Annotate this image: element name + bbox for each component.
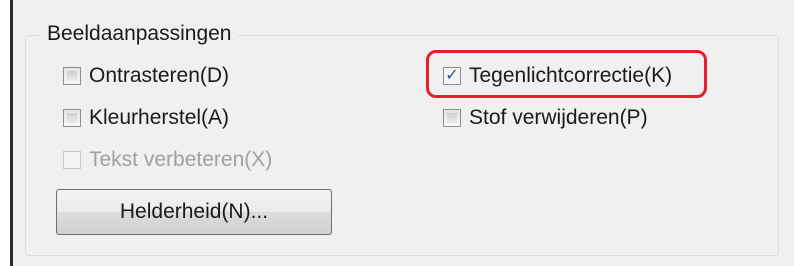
text-enhancement-option[interactable]: Tekst verbeteren(X) [63,144,272,176]
text-enhancement-label: Tekst verbeteren(X) [89,148,273,171]
dust-removal-label: Stof verwijderen(P) [469,106,648,129]
highlight-annotation [426,50,707,98]
dust-removal-checkbox[interactable] [443,109,461,127]
color-restoration-checkbox[interactable] [63,109,81,127]
descreening-label: Ontrasteren(D) [89,64,230,87]
dust-removal-option[interactable]: Stof verwijderen(P) [443,102,648,134]
descreening-checkbox[interactable] [63,67,81,85]
descreening-option[interactable]: Ontrasteren(D) [63,60,229,92]
color-restoration-label: Kleurherstel(A) [89,106,230,129]
group-title: Beeldaanpassingen [41,20,238,48]
text-enhancement-checkbox[interactable] [63,151,81,169]
color-restoration-option[interactable]: Kleurherstel(A) [63,102,229,134]
brightness-button[interactable]: Helderheid(N)... [56,189,332,235]
